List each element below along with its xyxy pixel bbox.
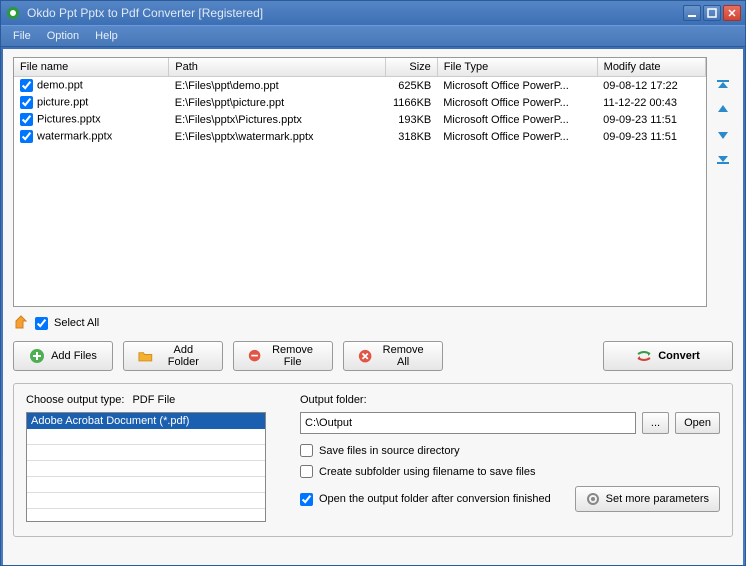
- file-area: File name Path Size File Type Modify dat…: [13, 57, 733, 307]
- file-type: Microsoft Office PowerP...: [437, 77, 597, 95]
- move-down-button[interactable]: [714, 125, 732, 143]
- select-all-row: Select All: [13, 315, 733, 331]
- folder-icon: [138, 348, 153, 364]
- file-type: Microsoft Office PowerP...: [437, 94, 597, 111]
- file-path: E:\Files\pptx\Pictures.pptx: [169, 111, 386, 128]
- output-type-label: Choose output type: PDF File: [26, 394, 276, 406]
- file-name: picture.ppt: [37, 96, 88, 108]
- row-checkbox[interactable]: [20, 113, 33, 126]
- file-size: 1166KB: [385, 94, 437, 111]
- file-name: demo.ppt: [37, 79, 83, 91]
- file-list[interactable]: File name Path Size File Type Modify dat…: [13, 57, 707, 307]
- col-header-date[interactable]: Modify date: [597, 58, 705, 77]
- table-row[interactable]: picture.ppt E:\Files\ppt\picture.ppt1166K…: [14, 94, 706, 111]
- reorder-arrows: [713, 57, 733, 307]
- file-name: Pictures.pptx: [37, 113, 101, 125]
- table-header: File name Path Size File Type Modify dat…: [14, 58, 706, 77]
- file-type: Microsoft Office PowerP...: [437, 128, 597, 145]
- output-type-list[interactable]: Adobe Acrobat Document (*.pdf): [26, 412, 266, 522]
- row-checkbox[interactable]: [20, 79, 33, 92]
- table-row[interactable]: demo.ppt E:\Files\ppt\demo.ppt625KBMicros…: [14, 77, 706, 95]
- content: File name Path Size File Type Modify dat…: [3, 49, 743, 565]
- file-path: E:\Files\ppt\demo.ppt: [169, 77, 386, 95]
- file-path: E:\Files\ppt\picture.ppt: [169, 94, 386, 111]
- menu-file[interactable]: File: [9, 28, 35, 44]
- remove-all-icon: [358, 348, 372, 364]
- output-folder-input[interactable]: [300, 412, 636, 434]
- convert-button[interactable]: Convert: [603, 341, 733, 371]
- up-folder-icon[interactable]: [13, 315, 29, 331]
- col-header-type[interactable]: File Type: [437, 58, 597, 77]
- title-text: Okdo Ppt Pptx to Pdf Converter [Register…: [27, 6, 683, 20]
- save-source-checkbox[interactable]: [300, 444, 313, 457]
- col-header-size[interactable]: Size: [385, 58, 437, 77]
- add-folder-button[interactable]: Add Folder: [123, 341, 223, 371]
- more-params-button[interactable]: Set more parameters: [575, 486, 720, 512]
- file-type: Microsoft Office PowerP...: [437, 111, 597, 128]
- gear-icon: [586, 492, 600, 506]
- minimize-button[interactable]: [683, 5, 701, 21]
- file-name: watermark.pptx: [37, 130, 112, 142]
- subfolder-checkbox[interactable]: [300, 465, 313, 478]
- subfolder-label: Create subfolder using filename to save …: [319, 466, 535, 478]
- file-size: 318KB: [385, 128, 437, 145]
- table-row[interactable]: Pictures.pptx E:\Files\pptx\Pictures.pptx…: [14, 111, 706, 128]
- browse-button[interactable]: ...: [642, 412, 669, 434]
- file-size: 193KB: [385, 111, 437, 128]
- file-date: 09-08-12 17:22: [597, 77, 705, 95]
- open-folder-button[interactable]: Open: [675, 412, 720, 434]
- app-window: Okdo Ppt Pptx to Pdf Converter [Register…: [0, 0, 746, 566]
- open-after-label: Open the output folder after conversion …: [319, 493, 551, 505]
- select-all-checkbox[interactable]: [35, 317, 48, 330]
- col-header-name[interactable]: File name: [14, 58, 169, 77]
- output-panel: Choose output type: PDF File Adobe Acrob…: [13, 383, 733, 537]
- app-icon: [5, 5, 21, 21]
- col-header-path[interactable]: Path: [169, 58, 386, 77]
- move-top-button[interactable]: [714, 77, 732, 95]
- table-row[interactable]: watermark.pptx E:\Files\pptx\watermark.pp…: [14, 128, 706, 145]
- plus-icon: [29, 348, 45, 364]
- add-files-button[interactable]: Add Files: [13, 341, 113, 371]
- move-up-button[interactable]: [714, 101, 732, 119]
- convert-icon: [636, 348, 652, 364]
- file-date: 09-09-23 11:51: [597, 111, 705, 128]
- minus-icon: [248, 348, 261, 364]
- menu-option[interactable]: Option: [43, 28, 83, 44]
- move-bottom-button[interactable]: [714, 149, 732, 167]
- select-all-label: Select All: [54, 317, 99, 329]
- open-after-checkbox[interactable]: [300, 493, 313, 506]
- output-type-item[interactable]: Adobe Acrobat Document (*.pdf): [27, 413, 265, 429]
- file-path: E:\Files\pptx\watermark.pptx: [169, 128, 386, 145]
- maximize-button[interactable]: [703, 5, 721, 21]
- action-buttons: Add Files Add Folder Remove File Remove …: [13, 341, 733, 371]
- remove-file-button[interactable]: Remove File: [233, 341, 333, 371]
- close-button[interactable]: [723, 5, 741, 21]
- output-folder-label: Output folder:: [300, 394, 720, 406]
- save-source-label: Save files in source directory: [319, 445, 460, 457]
- menubar: File Option Help: [1, 25, 745, 47]
- file-date: 09-09-23 11:51: [597, 128, 705, 145]
- row-checkbox[interactable]: [20, 96, 33, 109]
- remove-all-button[interactable]: Remove All: [343, 341, 443, 371]
- row-checkbox[interactable]: [20, 130, 33, 143]
- titlebar: Okdo Ppt Pptx to Pdf Converter [Register…: [1, 1, 745, 25]
- menu-help[interactable]: Help: [91, 28, 122, 44]
- file-date: 11-12-22 00:43: [597, 94, 705, 111]
- window-controls: [683, 5, 741, 21]
- file-size: 625KB: [385, 77, 437, 95]
